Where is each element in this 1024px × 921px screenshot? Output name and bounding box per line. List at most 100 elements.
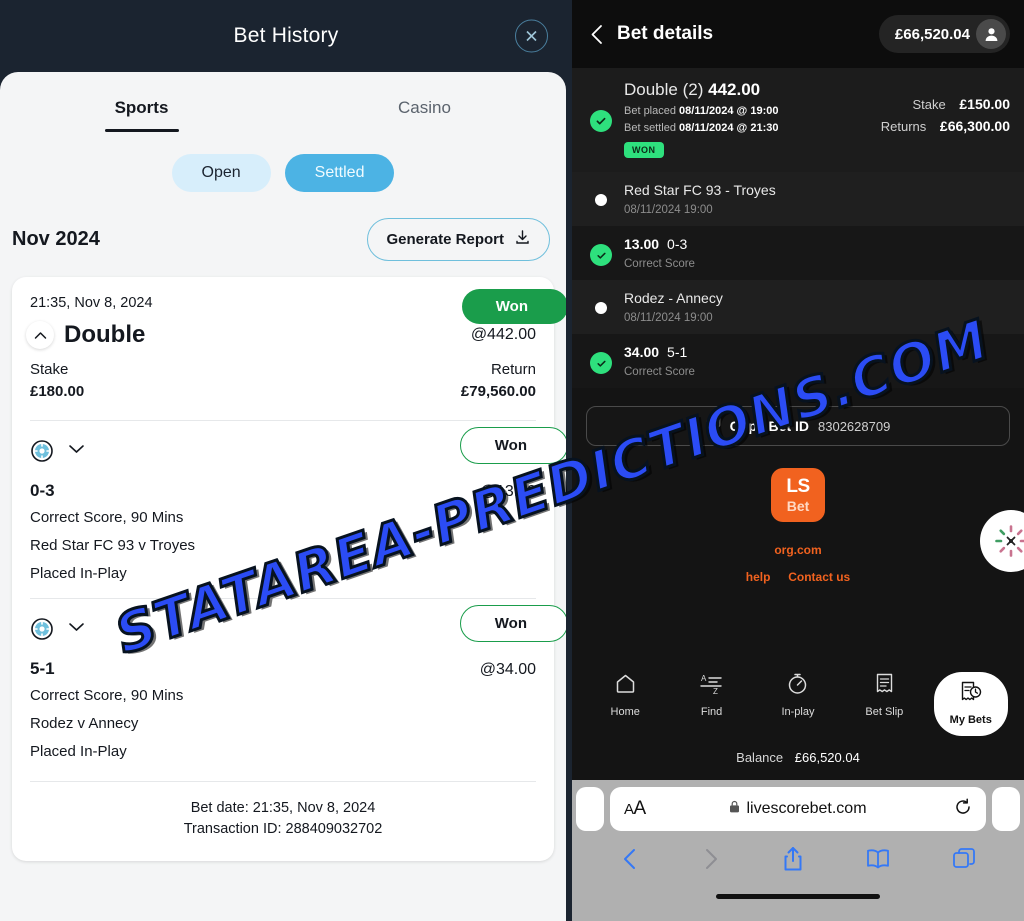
stake-label: Stake bbox=[30, 361, 69, 378]
chevron-left-icon[interactable] bbox=[590, 24, 603, 45]
filter-open[interactable]: Open bbox=[171, 154, 271, 192]
url-bar-wrap: AA livescorebet.com bbox=[572, 780, 1024, 832]
nav-items: Home AZ Find In-play Bet Slip My Bets bbox=[572, 672, 1024, 736]
bet-summary-odds: 442.00 bbox=[708, 80, 761, 99]
nav-balance-value: £66,520.04 bbox=[794, 750, 860, 765]
chevron-down-icon[interactable] bbox=[68, 620, 85, 638]
safari-toolbar bbox=[572, 832, 1024, 890]
stake-label: Stake bbox=[912, 97, 946, 112]
dot-icon bbox=[595, 302, 607, 314]
back-arrow-icon[interactable] bbox=[620, 847, 640, 876]
stake-value: £150.00 bbox=[959, 96, 1010, 112]
tab-stub-left[interactable] bbox=[576, 787, 604, 831]
timeline-selection-row[interactable]: 13.00 0-3 Correct Score bbox=[572, 226, 1024, 280]
leg-score-row: 5-1 @34.00 bbox=[30, 659, 536, 679]
person-icon[interactable] bbox=[976, 19, 1006, 49]
leg-note: Placed In-Play bbox=[30, 564, 127, 582]
timeline-event-row[interactable]: Red Star FC 93 - Troyes 08/11/2024 19:00 bbox=[572, 172, 1024, 226]
return-block: Return £79,560.00 bbox=[461, 361, 536, 400]
tab-stub-right[interactable] bbox=[992, 787, 1020, 831]
returns-label: Returns bbox=[880, 119, 927, 134]
bet-summary-row: Double (2) 442.00 Bet placed 08/11/2024 … bbox=[572, 68, 1024, 172]
generate-report-button[interactable]: Generate Report bbox=[367, 218, 550, 261]
event-datetime: 08/11/2024 19:00 bbox=[624, 204, 713, 216]
balance-pill[interactable]: £66,520.04 bbox=[878, 15, 1010, 53]
nav-betslip[interactable]: Bet Slip bbox=[847, 672, 921, 718]
nav-home-label: Home bbox=[610, 706, 640, 718]
bet-summary-right: Stake £150.00 Returns £66,300.00 bbox=[881, 80, 1010, 158]
bet-card[interactable]: 21:35, Nov 8, 2024 Won Double @442.00 St… bbox=[12, 277, 566, 862]
leg-odds: @34.00 bbox=[479, 661, 536, 679]
balance-amount: £66,520.04 bbox=[894, 25, 970, 43]
timeline-event-row[interactable]: Rodez - Annecy 08/11/2024 19:00 bbox=[572, 280, 1024, 334]
footer-link-help[interactable]: help bbox=[746, 570, 771, 584]
reload-icon[interactable] bbox=[954, 798, 972, 821]
svg-text:A: A bbox=[701, 674, 707, 683]
won-chip: WON bbox=[624, 142, 664, 158]
filter-settled[interactable]: Settled bbox=[284, 154, 395, 192]
stake-block: Stake £180.00 bbox=[30, 361, 84, 400]
nav-home[interactable]: Home bbox=[588, 672, 662, 718]
returns-row: Returns £66,300.00 bbox=[881, 118, 1010, 134]
page-title: Bet History bbox=[233, 24, 339, 47]
selection-score: 5-1 bbox=[667, 344, 688, 360]
bet-summary-left: Double (2) 442.00 Bet placed 08/11/2024 … bbox=[624, 80, 881, 158]
nav-betslip-label: Bet Slip bbox=[865, 706, 904, 718]
nav-inplay[interactable]: In-play bbox=[761, 672, 835, 718]
timeline-selection-row[interactable]: 34.00 5-1 Correct Score bbox=[572, 334, 1024, 388]
leg-score-row: 0-3 @13.00 bbox=[30, 481, 536, 501]
leg-score: 0-3 bbox=[30, 481, 55, 500]
nav-mybets-label: My Bets bbox=[949, 714, 992, 726]
bet-summary-type: Double (2) bbox=[624, 80, 704, 99]
bet-details-header: Bet details £66,520.04 bbox=[572, 0, 1024, 68]
nav-find[interactable]: AZ Find bbox=[675, 672, 749, 718]
bet-leg: Won 0-3 @13.00 Correct Score, 90 Mins Re… bbox=[12, 421, 566, 598]
lsbet-logo: LS Bet bbox=[771, 468, 825, 522]
leg-status-badge: Won bbox=[459, 427, 566, 464]
selection-market: Correct Score bbox=[624, 258, 695, 270]
share-icon[interactable] bbox=[782, 846, 804, 877]
check-icon bbox=[590, 244, 612, 266]
month-label: Nov 2024 bbox=[12, 228, 100, 250]
tab-sports-label: Sports bbox=[114, 98, 169, 117]
leg-fixture: Rodez v Annecy bbox=[30, 715, 139, 732]
livescorebet-app: Bet details £66,520.04 Double (2) 442.00… bbox=[572, 0, 1024, 780]
nav-mybets[interactable]: My Bets bbox=[933, 672, 1008, 736]
copy-bet-id-button[interactable]: Copy Bet ID 8302628709 bbox=[586, 406, 1010, 446]
address-bar[interactable]: AA livescorebet.com bbox=[610, 787, 986, 831]
receipt-icon bbox=[873, 672, 896, 700]
leg-note: Placed In-Play bbox=[30, 742, 127, 760]
bet-summary-title: Double (2) 442.00 bbox=[624, 80, 881, 100]
check-icon bbox=[590, 352, 612, 374]
footer-link-contact[interactable]: Contact us bbox=[788, 570, 850, 584]
football-icon bbox=[30, 617, 54, 641]
tab-casino[interactable]: Casino bbox=[283, 98, 566, 132]
footer-link-org[interactable]: org.com bbox=[774, 543, 821, 557]
leg-score: 5-1 bbox=[30, 659, 55, 679]
url-text: livescorebet.com bbox=[746, 800, 867, 817]
selection-score: 0-3 bbox=[667, 236, 688, 252]
nav-balance-label: Balance bbox=[736, 750, 784, 765]
bottom-navigation: Home AZ Find In-play Bet Slip My Bets Ba… bbox=[572, 660, 1024, 780]
tabs-icon[interactable] bbox=[952, 847, 976, 876]
tab-sports[interactable]: Sports bbox=[0, 98, 283, 132]
stake-value: £180.00 bbox=[30, 383, 85, 400]
bet-id-value: 8302628709 bbox=[818, 418, 891, 434]
url-center: livescorebet.com bbox=[610, 800, 986, 818]
bet-card-footer: Bet date: 21:35, Nov 8, 2024 Transaction… bbox=[12, 782, 554, 862]
dot-icon bbox=[595, 194, 607, 206]
home-icon bbox=[614, 672, 637, 700]
copy-bet-id-label: Copy Bet ID bbox=[729, 418, 810, 434]
bookmarks-icon[interactable] bbox=[865, 848, 891, 875]
az-list-icon: AZ bbox=[700, 672, 723, 700]
chevron-down-icon[interactable] bbox=[68, 442, 85, 460]
bet-settled-value: 08/11/2024 @ 21:30 bbox=[679, 122, 779, 134]
chevron-up-icon[interactable] bbox=[26, 321, 54, 349]
bet-placed-value: 08/11/2024 @ 19:00 bbox=[679, 105, 779, 117]
bet-type-left: Double bbox=[26, 321, 145, 349]
bet-settled-line: Bet settled 08/11/2024 @ 21:30 bbox=[624, 122, 881, 134]
close-icon[interactable] bbox=[515, 19, 548, 53]
leg-odds: @13.00 bbox=[479, 483, 536, 500]
month-row: Nov 2024 Generate Report bbox=[0, 192, 566, 261]
event-title: Red Star FC 93 - Troyes bbox=[624, 182, 776, 198]
